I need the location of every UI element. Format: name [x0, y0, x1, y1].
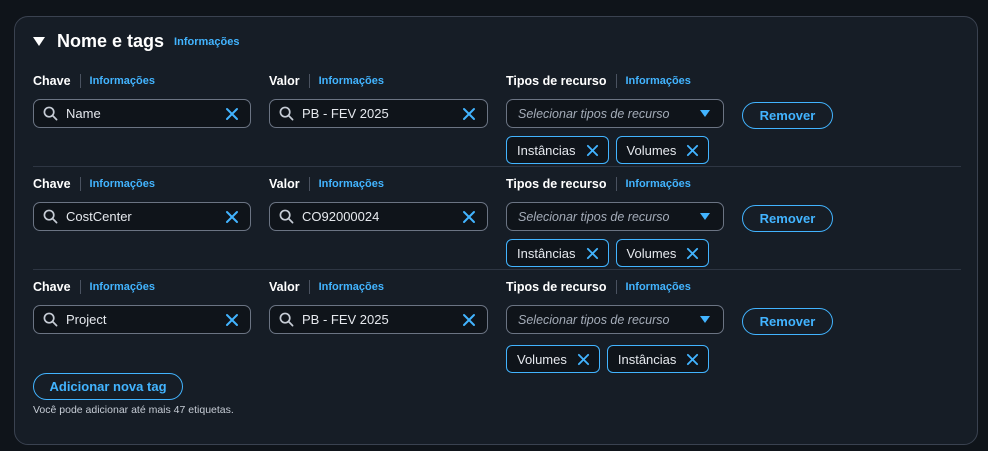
select-placeholder: Selecionar tipos de recurso [518, 106, 670, 121]
resource-tokens: Volumes Instâncias [506, 345, 710, 373]
value-value: PB - FEV 2025 [302, 312, 389, 327]
clear-icon[interactable] [462, 107, 476, 121]
value-label: Valor Informações [269, 176, 384, 192]
key-label-text: Chave [33, 280, 71, 294]
resource-types-label-text: Tipos de recurso [506, 280, 607, 294]
tag-row: Chave Informações Project Valor Informaçõe… [33, 279, 961, 379]
select-placeholder: Selecionar tipos de recurso [518, 209, 670, 224]
key-input[interactable]: Project [33, 305, 251, 334]
resource-types-label-text: Tipos de recurso [506, 177, 607, 191]
search-icon [279, 106, 294, 121]
key-label: Chave Informações [33, 73, 155, 89]
select-placeholder: Selecionar tipos de recurso [518, 312, 670, 327]
search-icon [43, 312, 58, 327]
key-label: Chave Informações [33, 279, 155, 295]
remaining-tags-hint: Você pode adicionar até mais 47 etiqueta… [33, 404, 234, 416]
key-info-link[interactable]: Informações [90, 75, 155, 87]
key-value: Name [66, 106, 101, 121]
dismiss-icon[interactable] [577, 353, 590, 366]
resource-token: Volumes [506, 345, 600, 373]
clear-icon[interactable] [462, 313, 476, 327]
search-icon [279, 312, 294, 327]
value-value: PB - FEV 2025 [302, 106, 389, 121]
section-title: Nome e tags [57, 31, 165, 51]
clear-icon[interactable] [462, 210, 476, 224]
value-label-text: Valor [269, 74, 300, 88]
resource-types-select[interactable]: Selecionar tipos de recurso [506, 305, 724, 334]
tags-panel: Nome e tags Informações Chave Informações… [14, 16, 978, 445]
row-divider [33, 166, 961, 167]
key-info-link[interactable]: Informações [90, 281, 155, 293]
search-icon [279, 209, 294, 224]
remove-button[interactable]: Remover [742, 308, 833, 335]
dismiss-icon[interactable] [686, 247, 699, 260]
section-header[interactable]: Nome e tags Informações [33, 31, 239, 52]
key-label: Chave Informações [33, 176, 155, 192]
remove-button[interactable]: Remover [742, 102, 833, 129]
resource-types-select[interactable]: Selecionar tipos de recurso [506, 99, 724, 128]
token-label: Volumes [626, 142, 677, 158]
resource-token: Volumes [615, 239, 710, 267]
resource-tokens: Instâncias Volumes [506, 239, 710, 267]
add-tag-button[interactable]: Adicionar nova tag [33, 373, 183, 400]
value-info-link[interactable]: Informações [319, 178, 384, 190]
value-value: CO92000024 [302, 209, 380, 224]
dropdown-caret-icon [700, 316, 710, 323]
token-label: Instâncias [517, 142, 576, 158]
value-input[interactable]: PB - FEV 2025 [269, 99, 488, 128]
resource-types-info-link[interactable]: Informações [626, 281, 691, 293]
value-info-link[interactable]: Informações [319, 281, 384, 293]
resource-types-label: Tipos de recurso Informações [506, 279, 691, 295]
value-input[interactable]: CO92000024 [269, 202, 488, 231]
key-value: Project [66, 312, 107, 327]
tag-row: Chave Informações Name Valor Informações P… [33, 73, 961, 173]
value-label: Valor Informações [269, 73, 384, 89]
resource-token: Instâncias [506, 136, 609, 164]
key-label-text: Chave [33, 177, 71, 191]
search-icon [43, 106, 58, 121]
value-label-text: Valor [269, 280, 300, 294]
resource-types-info-link[interactable]: Informações [626, 178, 691, 190]
resource-token: Instâncias [606, 345, 710, 373]
resource-types-label-text: Tipos de recurso [506, 74, 607, 88]
caret-down-icon[interactable] [33, 37, 45, 46]
key-info-link[interactable]: Informações [90, 178, 155, 190]
token-label: Instâncias [617, 351, 677, 367]
value-label: Valor Informações [269, 279, 384, 295]
resource-types-label: Tipos de recurso Informações [506, 176, 691, 192]
key-input[interactable]: Name [33, 99, 251, 128]
resource-types-info-link[interactable]: Informações [626, 75, 691, 87]
tag-row: Chave Informações CostCenter Valor Informa… [33, 176, 961, 276]
key-label-text: Chave [33, 74, 71, 88]
value-label-text: Valor [269, 177, 300, 191]
resource-types-label: Tipos de recurso Informações [506, 73, 691, 89]
resource-types-select[interactable]: Selecionar tipos de recurso [506, 202, 724, 231]
dismiss-icon[interactable] [586, 144, 599, 157]
value-input[interactable]: PB - FEV 2025 [269, 305, 488, 334]
key-value: CostCenter [66, 209, 132, 224]
resource-token: Volumes [615, 136, 710, 164]
dismiss-icon[interactable] [586, 247, 599, 260]
token-label: Instâncias [517, 245, 576, 261]
clear-icon[interactable] [225, 107, 239, 121]
resource-token: Instâncias [506, 239, 609, 267]
clear-icon[interactable] [225, 313, 239, 327]
search-icon [43, 209, 58, 224]
clear-icon[interactable] [225, 210, 239, 224]
key-input[interactable]: CostCenter [33, 202, 251, 231]
dismiss-icon[interactable] [686, 144, 699, 157]
value-info-link[interactable]: Informações [319, 75, 384, 87]
token-label: Volumes [517, 351, 567, 367]
resource-tokens: Instâncias Volumes [506, 136, 710, 164]
dropdown-caret-icon [700, 110, 710, 117]
dismiss-icon[interactable] [686, 353, 699, 366]
section-info-link[interactable]: Informações [174, 36, 239, 48]
row-divider [33, 269, 961, 270]
token-label: Volumes [626, 245, 677, 261]
remove-button[interactable]: Remover [742, 205, 833, 232]
dropdown-caret-icon [700, 213, 710, 220]
